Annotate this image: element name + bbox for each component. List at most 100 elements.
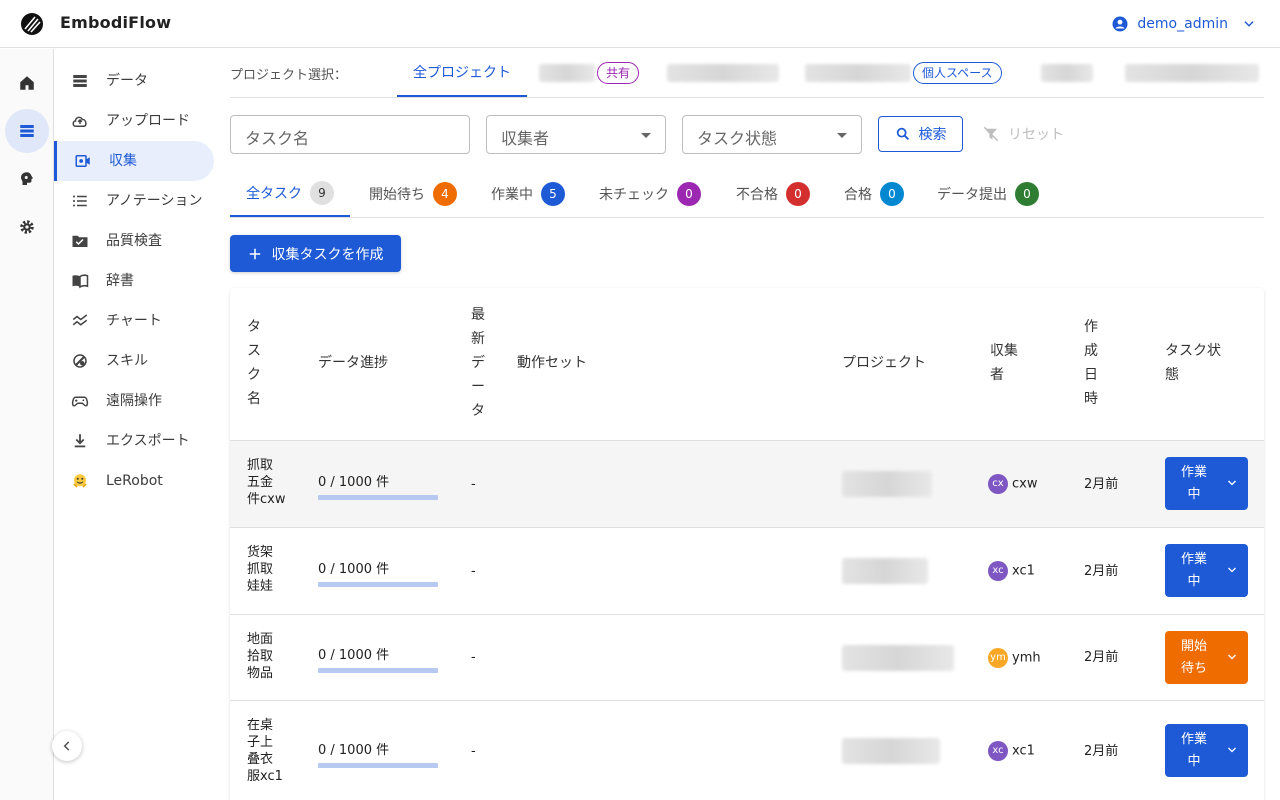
create-button-label: 収集タスクを作成 — [271, 246, 384, 263]
logo-icon — [21, 13, 43, 35]
redacted-project-name — [842, 558, 928, 584]
sidebar-item-skill[interactable]: スキル — [54, 341, 214, 381]
sidebar-item-label: エクスポート — [106, 433, 190, 449]
sidebar-item-quality[interactable]: 品質検査 — [54, 221, 214, 261]
tab-count-badge: 0 — [880, 182, 904, 206]
sidebar-item-label: 収集 — [109, 153, 137, 169]
project-selector-label: プロジェクト選択： — [230, 68, 348, 83]
tab-in-progress[interactable]: 作業中 5 — [475, 171, 581, 217]
tab-pending[interactable]: 開始待ち 4 — [353, 171, 473, 217]
task-name-placeholder: タスク名 — [245, 129, 310, 148]
sidebar: データ アップロード 収集 アノテーション 品質検査 辞書 チャート スキル 遠… — [54, 49, 222, 800]
sidebar-item-dictionary[interactable]: 辞書 — [54, 261, 214, 301]
database-icon — [70, 71, 90, 91]
rail-home[interactable] — [5, 61, 49, 105]
progress-text: 0 / 1000 件 — [318, 743, 390, 758]
avatar: xc — [988, 741, 1008, 761]
sidebar-item-collect[interactable]: 収集 — [54, 141, 214, 181]
sidebar-item-label: 遠隔操作 — [106, 393, 162, 409]
table-row[interactable]: 在桌 子上 叠衣 服xc1 0 / 1000 件 - xc xc1 2月前 作業 … — [230, 700, 1264, 800]
tab-count-badge: 0 — [677, 182, 701, 206]
tab-rejected[interactable]: 不合格 0 — [720, 171, 826, 217]
sidebar-item-label: データ — [106, 73, 148, 89]
progress-bar — [318, 495, 438, 500]
rail-ai[interactable] — [5, 157, 49, 201]
sidebar-item-lerobot[interactable]: LeRobot — [54, 461, 214, 501]
redacted-project-name — [842, 471, 932, 497]
collector-name: ymh — [1012, 650, 1041, 666]
reset-button-label: リセット — [1008, 127, 1064, 143]
redacted-project-name — [1041, 64, 1093, 82]
task-status-button[interactable]: 作業 中 — [1165, 724, 1248, 777]
avatar: ym — [988, 648, 1008, 668]
reset-button[interactable]: リセット — [982, 116, 1064, 152]
create-collection-task-button[interactable]: 収集タスクを作成 — [230, 235, 401, 272]
tab-passed[interactable]: 合格 0 — [828, 171, 920, 217]
project-tab-label: 全プロジェクト — [413, 65, 511, 81]
task-status-label: 開始 待ち — [1180, 639, 1207, 676]
sidebar-item-teleop[interactable]: 遠隔操作 — [54, 381, 214, 421]
chevron-down-icon — [1228, 480, 1236, 486]
task-status-button[interactable]: 作業 中 — [1165, 457, 1248, 510]
tab-count-badge: 0 — [786, 182, 810, 206]
tab-label: 開始待ち — [369, 187, 425, 203]
main-content: プロジェクト選択： 全プロジェクト 共有 個人スペース タスク名 収集者 タスク… — [230, 49, 1264, 800]
collector-name: cxw — [1012, 476, 1038, 492]
latest-data: - — [471, 564, 476, 579]
avatar: cx — [988, 474, 1008, 494]
sidebar-item-label: アップロード — [106, 113, 190, 129]
sidebar-item-data[interactable]: データ — [54, 61, 214, 101]
tab-unchecked[interactable]: 未チェック 0 — [583, 171, 717, 217]
latest-data: - — [471, 650, 476, 665]
tab-count-badge: 9 — [310, 181, 334, 205]
sidebar-collapse-button[interactable] — [52, 731, 82, 761]
tab-label: 全タスク — [246, 186, 302, 202]
icon-rail — [0, 49, 54, 800]
filter-off-icon — [983, 126, 999, 142]
top-bar: EmbodiFlow demo_admin — [0, 0, 1280, 48]
book-icon — [70, 271, 90, 291]
progress-bar — [318, 763, 438, 768]
home-icon — [20, 76, 34, 90]
sidebar-item-annotation[interactable]: アノテーション — [54, 181, 214, 221]
collector: xc xc1 — [988, 561, 1035, 581]
project-tab-5[interactable] — [1125, 49, 1259, 97]
table-row[interactable]: 抓取 五金 件cxw 0 / 1000 件 - cx cxw 2月前 作業 中 — [230, 440, 1264, 527]
table-row[interactable]: 地面 拾取 物品 0 / 1000 件 - ym ymh 2月前 開始 待ち — [230, 614, 1264, 700]
collector-select[interactable]: 収集者 — [486, 115, 666, 154]
tab-all[interactable]: 全タスク 9 — [230, 171, 350, 217]
sidebar-item-label: アノテーション — [106, 193, 203, 209]
progress: 0 / 1000 件 — [318, 739, 438, 768]
task-status-label: 作業 中 — [1180, 732, 1207, 769]
project-tab-all[interactable]: 全プロジェクト — [397, 49, 527, 97]
project-tab-personal[interactable]: 個人スペース — [805, 49, 1002, 97]
rail-settings[interactable] — [5, 205, 49, 249]
task-name-input[interactable]: タスク名 — [230, 115, 470, 154]
progress-bar — [318, 668, 438, 673]
sidebar-item-export[interactable]: エクスポート — [54, 421, 214, 461]
list-icon — [70, 191, 90, 211]
redacted-project-name — [805, 64, 911, 82]
task-name: 货架 抓取 娃娃 — [247, 545, 274, 594]
task-status-button[interactable]: 作業 中 — [1165, 544, 1248, 597]
tab-label: 合格 — [844, 187, 872, 203]
created-at: 2月前 — [1084, 477, 1119, 492]
search-button-label: 検索 — [918, 127, 947, 143]
task-status-select[interactable]: タスク状態 — [682, 115, 862, 154]
sidebar-item-label: 品質検査 — [106, 233, 162, 249]
app-title: EmbodiFlow — [60, 13, 172, 32]
tab-data-submitted[interactable]: データ提出 0 — [921, 171, 1055, 217]
redacted-project-name — [842, 738, 940, 764]
user-menu[interactable]: demo_admin — [1111, 12, 1256, 36]
sidebar-item-chart[interactable]: チャート — [54, 301, 214, 341]
project-tab-2[interactable] — [667, 49, 779, 97]
progress: 0 / 1000 件 — [318, 644, 438, 673]
table-row[interactable]: 货架 抓取 娃娃 0 / 1000 件 - xc xc1 2月前 作業 中 — [230, 527, 1264, 614]
brain-icon — [21, 172, 33, 185]
search-button[interactable]: 検索 — [878, 116, 963, 152]
task-status-button[interactable]: 開始 待ち — [1165, 631, 1248, 684]
sidebar-item-upload[interactable]: アップロード — [54, 101, 214, 141]
rail-tasks[interactable] — [5, 109, 49, 153]
project-tab-shared[interactable]: 共有 — [539, 49, 640, 97]
project-tab-4[interactable] — [1041, 49, 1093, 97]
